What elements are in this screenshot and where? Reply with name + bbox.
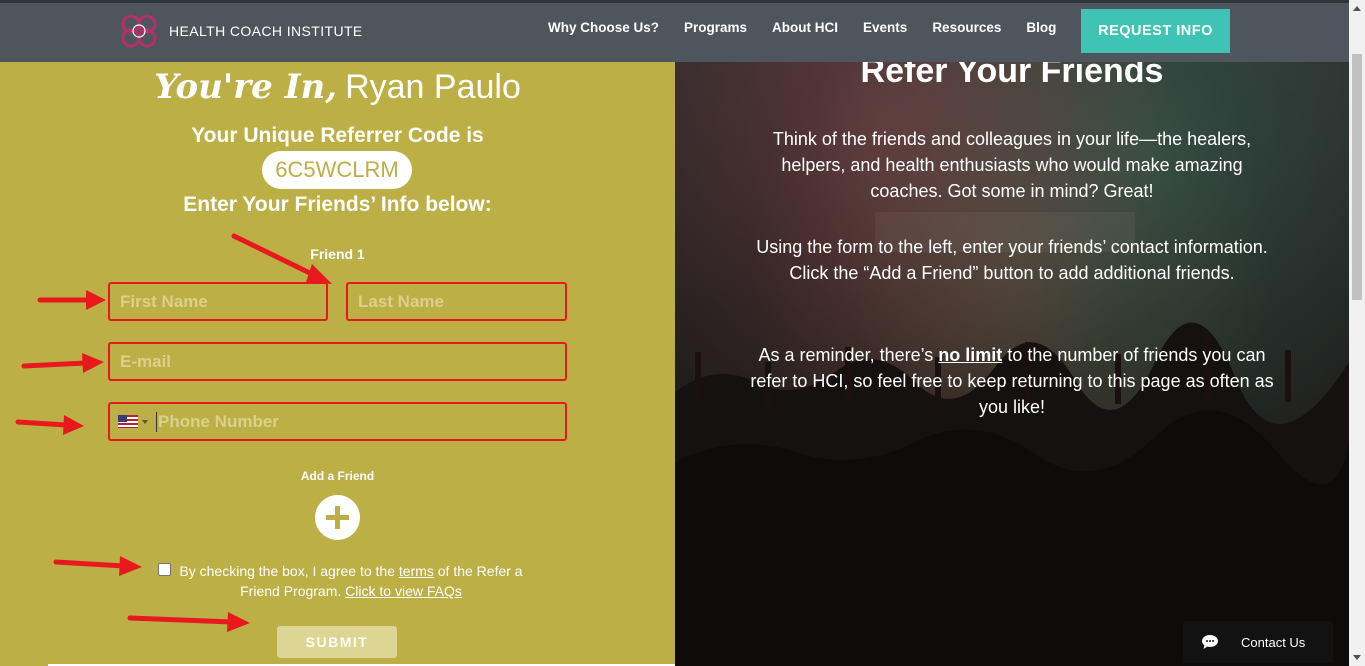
agree-terms-text: By checking the box, I agree to the term…	[176, 561, 526, 601]
terms-link[interactable]: terms	[399, 563, 434, 579]
last-name-placeholder: Last Name	[358, 291, 444, 311]
p3-prefix: As a reminder, there’s	[758, 345, 934, 365]
faq-link[interactable]: Click to view FAQs	[345, 583, 462, 599]
refer-paragraph-2: Using the form to the left, enter your f…	[756, 237, 1268, 283]
request-info-button[interactable]: REQUEST INFO	[1081, 9, 1230, 53]
text-cursor	[156, 411, 157, 432]
refer-paragraph-1: Think of the friends and colleagues in y…	[772, 129, 1252, 201]
annotation-arrow-icon	[127, 612, 250, 632]
welcome-script-text: You're In,	[154, 67, 338, 107]
annotation-arrow-icon	[15, 415, 84, 435]
nav-why-choose-us[interactable]: Why Choose Us?	[548, 20, 659, 35]
brand-logo[interactable]: HEALTH COACH INSTITUTE	[118, 12, 363, 50]
agree-terms-checkbox[interactable]	[158, 563, 171, 576]
submit-button[interactable]: SUBMIT	[277, 626, 397, 658]
welcome-heading: You're In, Ryan Paulo	[0, 62, 675, 107]
referrer-code: 6C5WCLRM	[262, 151, 412, 189]
nav-about-hci[interactable]: About HCI	[772, 20, 838, 35]
no-limit-emphasis: no limit	[938, 345, 1003, 365]
add-friend-plus-button[interactable]	[315, 495, 360, 540]
refer-title: Refer Your Friends	[860, 62, 1164, 90]
user-name: Ryan Paulo	[345, 68, 521, 106]
page-scrollbar[interactable]	[1349, 0, 1365, 666]
scroll-down-arrow-icon[interactable]	[1353, 655, 1361, 660]
chat-bubble-icon	[1202, 635, 1218, 649]
phone-placeholder: Phone Number	[158, 411, 279, 431]
contact-us-chat-button[interactable]: Contact Us	[1183, 621, 1333, 663]
refer-info-panel: Refer Your Friends Think of the friends …	[675, 62, 1349, 666]
annotation-arrow-icon	[21, 353, 104, 373]
celtic-knot-logo-icon	[121, 14, 157, 48]
nav-programs[interactable]: Programs	[684, 20, 747, 35]
refer-paragraph-3: As a reminder, there’s no limit to the n…	[745, 342, 1279, 420]
annotation-arrow-icon	[37, 290, 106, 310]
nav-events[interactable]: Events	[863, 20, 907, 35]
phone-input[interactable]: Phone Number	[108, 402, 567, 441]
annotation-arrow-icon	[53, 556, 142, 576]
nav-resources[interactable]: Resources	[932, 20, 1001, 35]
add-friend-label: Add a Friend	[300, 469, 375, 483]
last-name-input[interactable]: Last Name	[346, 282, 567, 321]
referrer-code-title: Your Unique Referrer Code is	[191, 124, 484, 147]
us-flag-icon[interactable]	[118, 415, 138, 428]
email-placeholder: E-mail	[120, 351, 172, 371]
agree-prefix: By checking the box, I agree to the	[179, 563, 395, 579]
nav-blog[interactable]: Blog	[1026, 20, 1056, 35]
annotation-arrow-icon	[231, 233, 332, 284]
scroll-up-arrow-icon[interactable]	[1353, 6, 1361, 11]
country-dropdown-caret-icon[interactable]	[142, 419, 148, 424]
enter-info-heading: Enter Your Friends’ Info below:	[183, 193, 492, 216]
brand-name: HEALTH COACH INSTITUTE	[169, 23, 363, 39]
contact-us-label: Contact Us	[1241, 634, 1306, 650]
scroll-thumb[interactable]	[1352, 54, 1362, 300]
first-name-placeholder: First Name	[120, 291, 208, 311]
email-input[interactable]: E-mail	[108, 342, 567, 381]
site-header: HEALTH COACH INSTITUTE Why Choose Us? Pr…	[0, 0, 1349, 62]
main-nav: Why Choose Us? Programs About HCI Events…	[548, 20, 1081, 35]
